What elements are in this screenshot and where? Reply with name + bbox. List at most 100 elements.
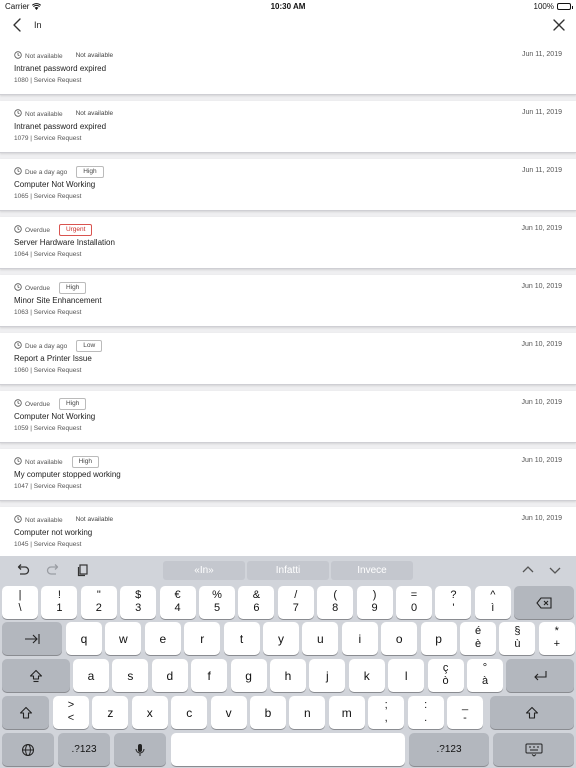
- tab-key[interactable]: [2, 622, 62, 655]
- key[interactable]: ;,: [368, 696, 405, 729]
- space-bar[interactable]: [171, 733, 405, 766]
- key[interactable]: z: [92, 696, 129, 729]
- key[interactable]: l: [388, 659, 425, 692]
- numbers-key-right[interactable]: .?123: [409, 733, 489, 766]
- keyboard-hide-icon: [525, 743, 542, 757]
- key[interactable]: :.: [407, 696, 444, 729]
- numbers-key-left[interactable]: .?123: [58, 733, 110, 766]
- backspace-key[interactable]: [514, 586, 574, 619]
- key[interactable]: > <: [53, 696, 89, 729]
- return-key[interactable]: [506, 659, 574, 692]
- key[interactable]: k: [348, 659, 385, 692]
- ticket-card[interactable]: Due a day ago High Jun 11, 2019 Computer No…: [0, 159, 576, 211]
- key[interactable]: & 6: [238, 586, 275, 619]
- suggestion-3[interactable]: Invece: [331, 561, 413, 580]
- key-label: d: [166, 669, 174, 683]
- back-icon[interactable]: [10, 16, 26, 34]
- ticket-card[interactable]: Due a day ago Low Jun 10, 2019 Report a Pri…: [0, 333, 576, 385]
- key[interactable]: ? ': [435, 586, 472, 619]
- key[interactable]: (8: [317, 586, 354, 619]
- key-label: f: [207, 669, 211, 683]
- shift-right-key[interactable]: [490, 696, 574, 729]
- key[interactable]: _ -: [447, 696, 483, 729]
- key[interactable]: b: [250, 696, 286, 729]
- key[interactable]: ° à: [467, 659, 503, 692]
- key-label: g: [245, 669, 252, 683]
- key-label-top: |: [18, 589, 22, 601]
- key[interactable]: x: [131, 696, 168, 729]
- redo-icon[interactable]: [45, 562, 61, 578]
- ticket-date: Jun 10, 2019: [521, 341, 562, 348]
- key[interactable]: n: [289, 696, 326, 729]
- key-label: k: [363, 669, 370, 683]
- undo-icon[interactable]: [15, 562, 31, 578]
- ticket-card[interactable]: Not available Not available Jun 11, 2019 In…: [0, 101, 576, 153]
- suggestion-1[interactable]: «In»: [163, 561, 245, 580]
- key[interactable]: o: [381, 622, 418, 655]
- key[interactable]: t: [223, 622, 260, 655]
- ticket-card[interactable]: Not available Not available Jun 11, 2019 In…: [0, 43, 576, 95]
- chevron-up-icon[interactable]: [520, 562, 536, 578]
- numbers-label: .?123: [71, 744, 97, 755]
- key[interactable]: § ù: [499, 622, 536, 655]
- key[interactable]: /7: [277, 586, 314, 619]
- battery-percent: 100%: [533, 2, 554, 11]
- paste-icon[interactable]: [75, 562, 91, 578]
- key[interactable]: v: [210, 696, 247, 729]
- key[interactable]: d: [151, 659, 188, 692]
- key[interactable]: q: [66, 622, 102, 655]
- microphone-icon: [135, 743, 145, 756]
- dictation-key[interactable]: [114, 733, 166, 766]
- key-label-bottom: 4: [174, 602, 181, 614]
- key[interactable]: h: [270, 659, 306, 692]
- shift-left-key[interactable]: [2, 696, 49, 729]
- key[interactable]: m: [328, 696, 365, 729]
- keyboard: «In» Infatti Invece | \! 1 " 2 $3 €4% 5 & 6/7(8) 9…: [0, 556, 576, 768]
- key[interactable]: éè: [460, 622, 496, 655]
- ticket-card[interactable]: Overdue Urgent Jun 10, 2019 Server Hardware…: [0, 217, 576, 269]
- key[interactable]: * +: [538, 622, 575, 655]
- key[interactable]: ^ ì: [474, 586, 511, 619]
- key[interactable]: u: [302, 622, 339, 655]
- key[interactable]: g: [230, 659, 267, 692]
- ticket-card[interactable]: Not available Not available Jun 10, 2019 Co…: [0, 507, 576, 555]
- key[interactable]: w: [105, 622, 142, 655]
- key[interactable]: çò: [427, 659, 464, 692]
- key[interactable]: y: [263, 622, 299, 655]
- close-icon[interactable]: [552, 18, 566, 32]
- key[interactable]: | \: [2, 586, 38, 619]
- key[interactable]: = 0: [396, 586, 432, 619]
- ticket-subtitle: 1045 | Service Request: [14, 541, 82, 548]
- caps-lock-key[interactable]: [2, 659, 70, 692]
- suggestion-2[interactable]: Infatti: [247, 561, 329, 580]
- key[interactable]: ! 1: [41, 586, 78, 619]
- key[interactable]: r: [184, 622, 221, 655]
- key[interactable]: " 2: [80, 586, 117, 619]
- key[interactable]: e: [144, 622, 181, 655]
- key[interactable]: s: [112, 659, 149, 692]
- key[interactable]: a: [73, 659, 109, 692]
- ticket-card[interactable]: Not available High Jun 10, 2019 My computer…: [0, 449, 576, 501]
- key-label: x: [146, 706, 153, 720]
- ticket-meta: Not available Not available: [14, 50, 117, 62]
- search-input[interactable]: [34, 17, 514, 33]
- hide-keyboard-key[interactable]: [493, 733, 574, 766]
- key[interactable]: €4: [159, 586, 196, 619]
- key[interactable]: ) 9: [356, 586, 393, 619]
- key[interactable]: i: [341, 622, 378, 655]
- key-label-bottom: ù: [514, 638, 521, 650]
- globe-key[interactable]: [2, 733, 54, 766]
- ticket-date: Jun 10, 2019: [521, 283, 562, 290]
- key[interactable]: c: [171, 696, 208, 729]
- key[interactable]: % 5: [199, 586, 235, 619]
- key[interactable]: $3: [120, 586, 157, 619]
- ticket-card[interactable]: Overdue High Jun 10, 2019 Minor Site Enhanc…: [0, 275, 576, 327]
- key[interactable]: f: [191, 659, 228, 692]
- priority-badge: High: [58, 398, 87, 410]
- ticket-card[interactable]: Overdue High Jun 10, 2019 Computer Not Work…: [0, 391, 576, 443]
- key[interactable]: j: [309, 659, 346, 692]
- key-label: w: [119, 632, 128, 646]
- priority-badge: Not available: [75, 516, 114, 523]
- key[interactable]: p: [420, 622, 457, 655]
- chevron-down-icon[interactable]: [547, 562, 563, 578]
